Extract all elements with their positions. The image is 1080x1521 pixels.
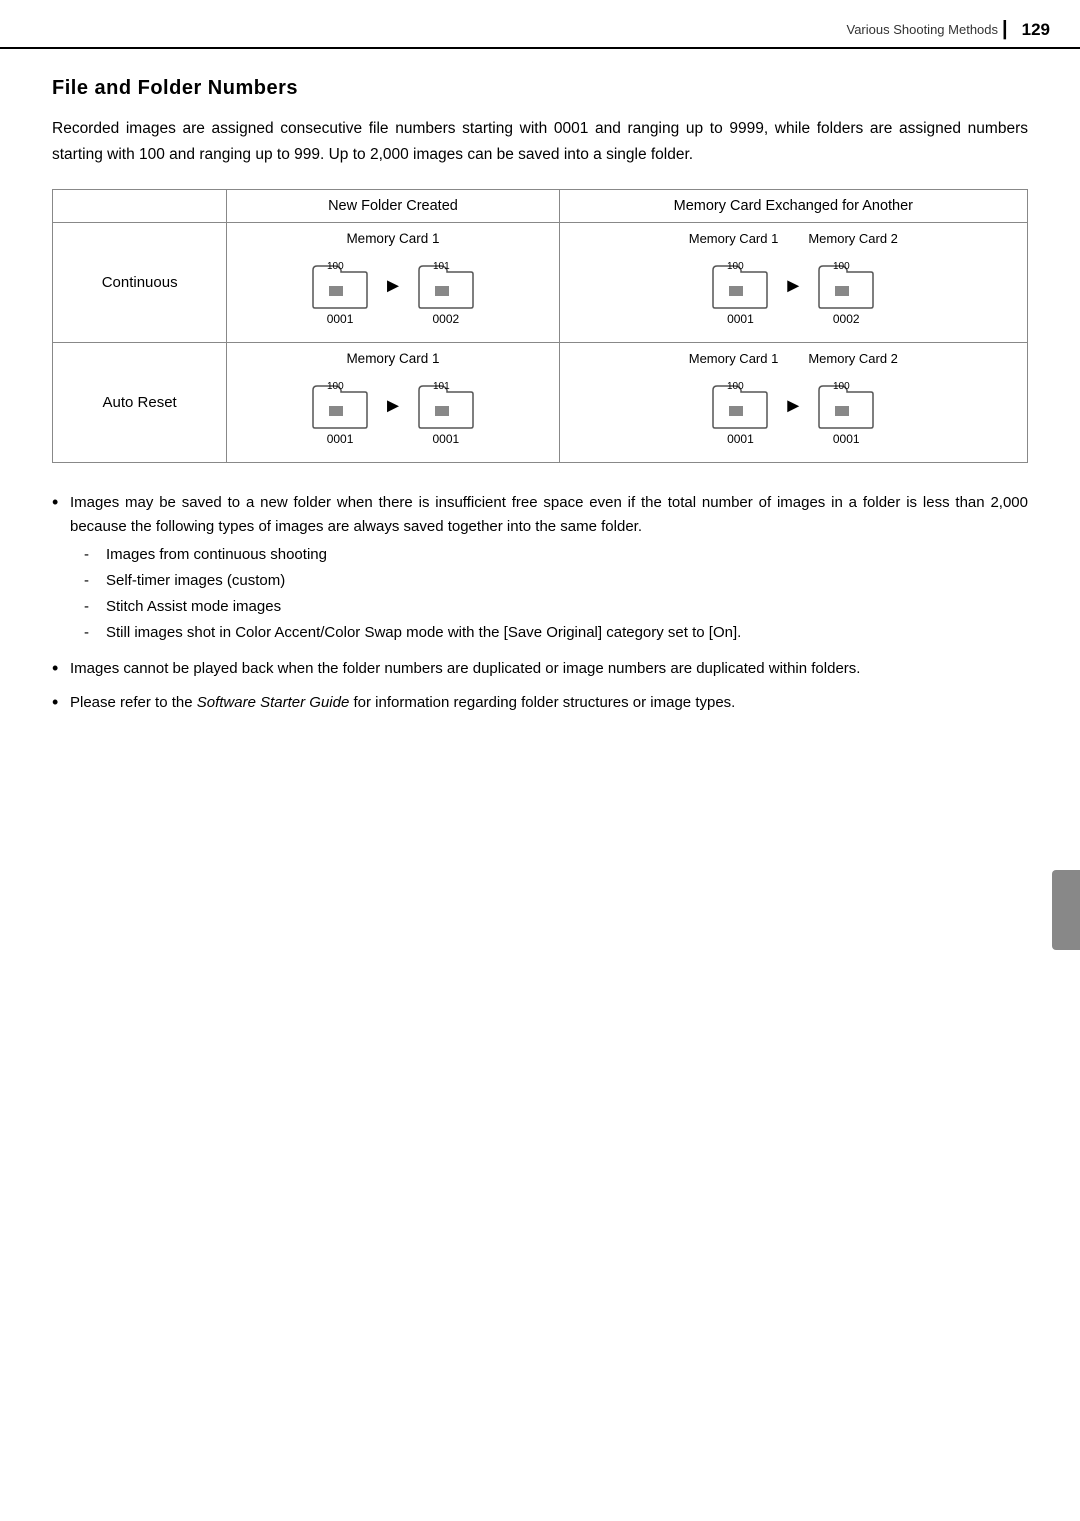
svg-text:101: 101 [433,381,450,392]
folder-number: 0001 [327,312,354,326]
sub-bullet-item: -Self-timer images (custom) [84,569,1028,593]
svg-text:100: 100 [327,381,344,392]
folder-diagram: 100 0001 [817,378,875,446]
new-folder-cell: Memory Card 1 100 0001 ► 101 0002 [227,223,559,343]
new-folder-cell: Memory Card 1 100 0001 ► 101 0001 [227,343,559,463]
card-label: Memory Card 1 [237,351,548,366]
section-label: Various Shooting Methods [846,22,998,37]
card-label: Memory Card 1 [237,231,548,246]
svg-text:100: 100 [833,261,850,272]
main-content: File and Folder Numbers Recorded images … [0,49,1080,765]
bullet-section: • Images may be saved to a new folder wh… [52,491,1028,715]
folder-diagram: 101 0001 [417,378,475,446]
svg-text:100: 100 [833,381,850,392]
bullet-text: Please refer to the Software Starter Gui… [70,691,735,715]
exchanged-cell: Memory Card 1 Memory Card 2 100 0001 ► 1… [559,223,1027,343]
bullet-dot: • [52,491,70,647]
sub-bullet-text: Still images shot in Color Accent/Color … [106,621,741,645]
sub-dash: - [84,595,98,619]
card1-label: Memory Card 1 [689,351,779,366]
sub-bullet-text: Images from continuous shooting [106,543,327,567]
card1-label: Memory Card 1 [689,231,779,246]
sub-dash: - [84,543,98,567]
folder-diagram: 100 0001 [311,378,369,446]
page-header: Various Shooting Methods | 129 [0,0,1080,49]
arrow-icon: ► [783,395,803,430]
folder-diagram: 101 0002 [417,258,475,326]
bullet-item: • Images cannot be played back when the … [52,657,1028,681]
row-label: Continuous [53,223,227,343]
bullet-item: • Please refer to the Software Starter G… [52,691,1028,715]
folder-number: 0001 [727,432,754,446]
sidebar-tab [1052,870,1080,950]
arrow-icon: ► [383,395,403,430]
bullet-text: Images may be saved to a new folder when… [70,491,1028,647]
svg-text:100: 100 [727,261,744,272]
bullet-text: Images cannot be played back when the fo… [70,657,860,681]
folder-diagram: 100 0001 [311,258,369,326]
card2-label: Memory Card 2 [808,231,898,246]
col-header-exchanged: Memory Card Exchanged for Another [559,190,1027,223]
intro-paragraph: Recorded images are assigned consecutive… [52,116,1028,167]
sub-bullet-text: Stitch Assist mode images [106,595,281,619]
folder-number: 0002 [833,312,860,326]
sub-bullet-text: Self-timer images (custom) [106,569,285,593]
sub-bullet-item: -Images from continuous shooting [84,543,1028,567]
folder-number: 0001 [327,432,354,446]
folder-number: 0001 [833,432,860,446]
folder-number: 0002 [433,312,460,326]
folder-number: 0001 [727,312,754,326]
svg-text:100: 100 [327,261,344,272]
svg-text:101: 101 [433,261,450,272]
arrow-icon: ► [383,275,403,310]
bullet-dot: • [52,691,70,715]
folder-number: 0001 [433,432,460,446]
svg-text:100: 100 [727,381,744,392]
file-folder-table: New Folder Created Memory Card Exchanged… [52,189,1028,463]
folder-diagram: 100 0002 [817,258,875,326]
bullet-item: • Images may be saved to a new folder wh… [52,491,1028,647]
exchanged-cell: Memory Card 1 Memory Card 2 100 0001 ► 1… [559,343,1027,463]
card2-label: Memory Card 2 [808,351,898,366]
sub-bullet-item: -Stitch Assist mode images [84,595,1028,619]
empty-header [53,190,227,223]
folder-diagram: 100 0001 [711,258,769,326]
page-number: 129 [1022,20,1050,40]
bullet-dot: • [52,657,70,681]
col-header-new-folder: New Folder Created [227,190,559,223]
arrow-icon: ► [783,275,803,310]
page-title: File and Folder Numbers [52,77,1028,100]
sub-bullet-item: -Still images shot in Color Accent/Color… [84,621,1028,645]
sub-dash: - [84,569,98,593]
folder-diagram: 100 0001 [711,378,769,446]
row-label: Auto Reset [53,343,227,463]
sub-dash: - [84,621,98,645]
